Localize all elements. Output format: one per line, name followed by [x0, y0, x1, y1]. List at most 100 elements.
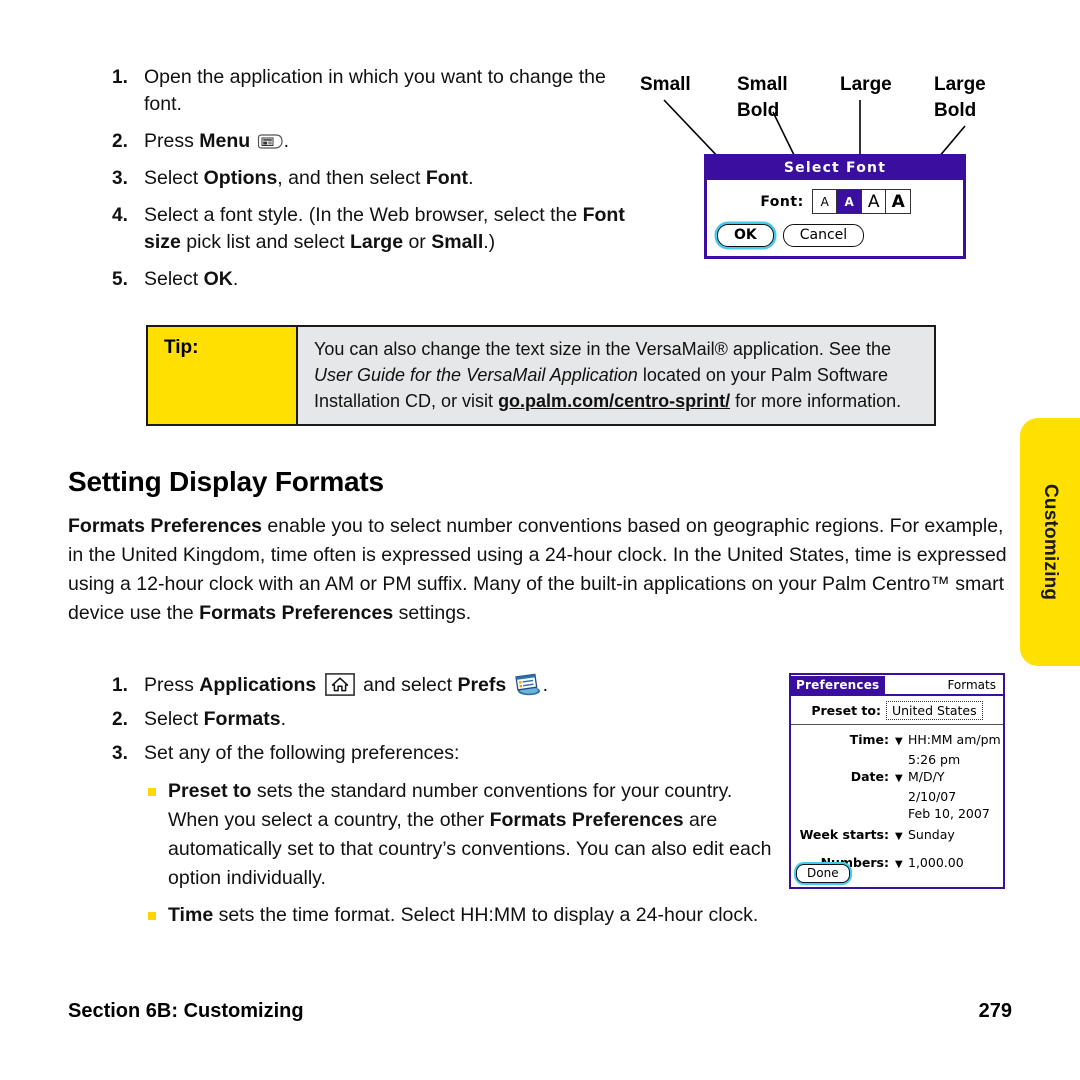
formats-steps-list: 1. Press Applications and select Prefs .… [112, 672, 772, 938]
step-text: Select a font style. (In the Web browser… [144, 202, 632, 256]
tip-text-italic: User Guide for the VersaMail Application [314, 365, 638, 385]
prefs-category[interactable]: Formats [947, 678, 1003, 692]
bstep-1-bold-2: Prefs [457, 674, 507, 696]
document-page: Customizing 1. Open the application in w… [0, 0, 1080, 1080]
date-example-long: Feb 10, 2007 [908, 806, 990, 821]
step-5-text: Select OK. [144, 268, 239, 290]
font-option-large-bold[interactable]: A [885, 189, 912, 214]
bstep-1-bold: Applications [199, 674, 317, 696]
tip-link[interactable]: go.palm.com/centro-sprint/ [498, 391, 730, 411]
section-side-tab-label: Customizing [1040, 483, 1061, 601]
bullet-1-bold-2: Formats Preferences [489, 809, 684, 831]
ok-button[interactable]: OK [717, 224, 774, 247]
bstep-2-text: Select Formats. [144, 708, 286, 730]
chevron-down-icon[interactable]: ▼ [895, 734, 908, 750]
chevron-down-icon[interactable]: ▼ [895, 857, 908, 873]
prefs-app-title: Preferences [791, 675, 886, 694]
prefs-app-icon [514, 673, 541, 696]
step-2-bold: Menu [199, 130, 251, 152]
preset-value[interactable]: United States [885, 701, 983, 720]
chevron-down-icon[interactable]: ▼ [895, 829, 908, 845]
list-item: Preset to sets the standard number conve… [148, 777, 772, 893]
step-3-text: Select Options, and then select Font. [144, 167, 474, 189]
done-button[interactable]: Done [796, 864, 850, 883]
chevron-down-icon[interactable]: ▼ [895, 771, 908, 787]
font-option-small[interactable]: A [811, 189, 838, 214]
preset-label: Preset to: [811, 703, 881, 718]
bullet-1-bold: Preset to [168, 780, 252, 802]
bstep-1-pre: Press [144, 674, 200, 696]
step-number: 1. [112, 675, 128, 696]
preferences-bullet-list: Preset to sets the standard number conve… [112, 777, 772, 930]
date-label: Date: [850, 769, 889, 784]
step-number: 1. [112, 67, 128, 88]
list-item: 3. Set any of the following preferences: [112, 740, 772, 767]
dialog-title: Select Font [707, 157, 963, 180]
para-bold-2: Formats Preferences [199, 602, 394, 624]
step-number: 3. [112, 168, 128, 189]
step-text: Select Formats. [144, 706, 286, 733]
list-item: 4. Select a font style. (In the Web brow… [112, 202, 632, 256]
time-value[interactable]: HH:MM am/pm [908, 731, 1001, 748]
date-row: Date: ▼ M/D/Y [791, 768, 1003, 787]
dialog-body: Font: A A A A OK Cancel [707, 180, 963, 256]
step-number: 2. [112, 709, 128, 730]
font-option-small-bold[interactable]: A [836, 189, 863, 214]
week-starts-value[interactable]: Sunday [908, 826, 955, 843]
list-item: 2. Press Menu . [112, 128, 632, 155]
step-number: 5. [112, 269, 128, 290]
week-starts-row: Week starts: ▼ Sunday [791, 826, 1003, 845]
step-text: Select OK. [144, 266, 238, 293]
bstep-1-post: . [542, 674, 549, 696]
bstep-1-mid: and select [357, 674, 458, 696]
tip-label: Tip: [148, 327, 298, 424]
menu-key-icon [257, 130, 283, 149]
font-option-group[interactable]: A A A A [811, 189, 912, 214]
list-item: 1. Open the application in which you wan… [112, 64, 632, 118]
date-value[interactable]: M/D/Y [908, 768, 944, 785]
time-label: Time: [849, 732, 889, 747]
numbers-value[interactable]: 1,000.00 [908, 854, 964, 871]
prefs-rows: Time: ▼ HH:MM am/pm 5:26 pm Date: ▼ M/D/… [791, 725, 1003, 873]
list-item: 5. Select OK. [112, 266, 632, 293]
cancel-button[interactable]: Cancel [782, 224, 865, 247]
tip-text-1: You can also change the text size in the… [314, 339, 891, 359]
dialog-buttons: OK Cancel [717, 224, 953, 247]
time-row: Time: ▼ HH:MM am/pm [791, 731, 1003, 750]
select-font-dialog: Select Font Font: A A A A OK Cancel [704, 154, 966, 259]
bullet-marker-icon [148, 788, 168, 796]
preferences-screenshot: Preferences Formats Preset to: United St… [789, 673, 1005, 889]
font-field-label: Font: [760, 193, 804, 210]
font-option-large[interactable]: A [860, 189, 887, 214]
para-text-2: settings. [393, 602, 472, 624]
step-2-post: . [283, 130, 290, 152]
step-2-pre: Press [144, 130, 200, 152]
section-side-tab: Customizing [1020, 418, 1080, 666]
step-number: 3. [112, 743, 128, 764]
intro-paragraph: Formats Preferences enable you to select… [68, 512, 1008, 628]
step-text: Set any of the following preferences: [144, 740, 459, 767]
bstep-3-text: Set any of the following preferences: [144, 742, 460, 764]
step-text: Select Options, and then select Font. [144, 165, 473, 192]
select-font-figure: Small Small Bold Large Large Bold Select F… [620, 60, 1020, 270]
step-number: 4. [112, 205, 128, 226]
step-number: 2. [112, 131, 128, 152]
tip-body: You can also change the text size in the… [298, 327, 934, 424]
date-example-short: 2/10/07 [908, 789, 957, 804]
step-text: Open the application in which you want t… [144, 64, 632, 118]
font-picker-row: Font: A A A A [717, 189, 953, 214]
bullet-2-text: sets the time format. Select HH:MM to di… [213, 904, 759, 926]
tip-callout-box: Tip: You can also change the text size i… [146, 325, 936, 426]
time-example: 5:26 pm [908, 752, 961, 767]
list-item: 3. Select Options, and then select Font. [112, 165, 632, 192]
list-item: 1. Press Applications and select Prefs . [112, 672, 772, 699]
home-key-icon [324, 673, 355, 696]
preset-row: Preset to: United States [791, 696, 1003, 725]
step-text: Press Menu . [144, 128, 289, 155]
font-steps-list: 1. Open the application in which you wan… [112, 64, 632, 303]
bullet-marker-icon [148, 912, 168, 920]
tip-text-3: for more information. [730, 391, 902, 411]
step-4-text: Select a font style. (In the Web browser… [144, 204, 625, 253]
bullet-2-bold: Time [168, 904, 214, 926]
para-bold-1: Formats Preferences [68, 515, 263, 537]
